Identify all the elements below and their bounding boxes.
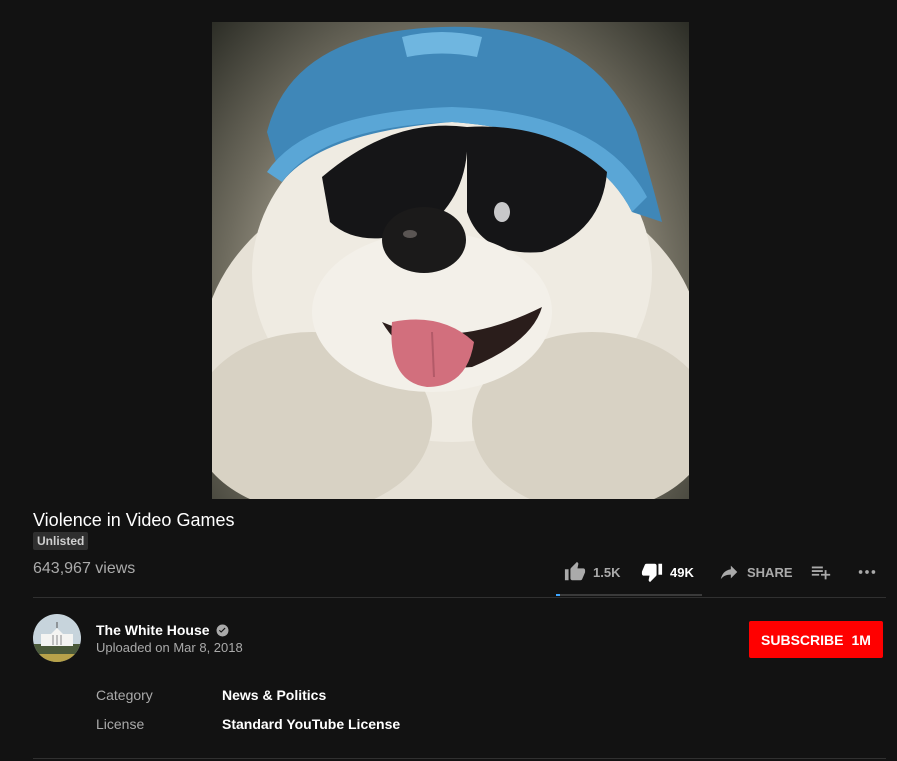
share-button[interactable]: SHARE — [718, 556, 793, 588]
share-arrow-icon — [720, 565, 738, 580]
view-count: 643,967 views — [33, 560, 136, 577]
sentiment-bar — [556, 594, 702, 596]
video-player[interactable] — [212, 22, 689, 499]
dislike-button[interactable]: 49K — [641, 556, 694, 588]
category-value-link[interactable]: News & Politics — [222, 687, 326, 703]
like-count: 1.5K — [593, 564, 621, 580]
playlist-add-icon — [811, 566, 831, 580]
save-to-playlist-button[interactable] — [810, 556, 832, 588]
divider — [33, 758, 886, 759]
channel-avatar[interactable] — [33, 614, 81, 662]
subscriber-count: 1M — [851, 631, 871, 648]
subscribe-label: SUBSCRIBE — [761, 631, 844, 648]
like-button[interactable]: 1.5K — [564, 556, 620, 588]
more-horizontal-icon — [858, 570, 876, 574]
verified-check-icon — [216, 624, 229, 636]
white-house-avatar-image — [33, 614, 81, 662]
more-actions-button[interactable] — [856, 556, 878, 588]
thumb-up-icon — [564, 561, 586, 581]
subscribe-button[interactable]: SUBSCRIBE 1M — [749, 621, 883, 658]
thumb-down-icon — [641, 563, 663, 583]
divider — [33, 597, 886, 598]
video-thumbnail — [212, 26, 689, 499]
share-label: SHARE — [747, 564, 793, 580]
category-label: Category — [96, 687, 153, 703]
channel-name: The White House — [96, 622, 210, 638]
dislike-count: 49K — [670, 564, 694, 580]
license-value: Standard YouTube License — [222, 716, 401, 732]
video-title: Violence in Video Games — [33, 510, 235, 530]
unlisted-badge: Unlisted — [33, 532, 89, 550]
sentiment-bar-fill — [556, 594, 561, 596]
channel-name-link[interactable]: The White House — [96, 622, 229, 638]
upload-date: Uploaded on Mar 8, 2018 — [96, 640, 243, 655]
license-label: License — [96, 716, 145, 732]
video-actions: 1.5K 49K SHARE — [556, 556, 886, 596]
